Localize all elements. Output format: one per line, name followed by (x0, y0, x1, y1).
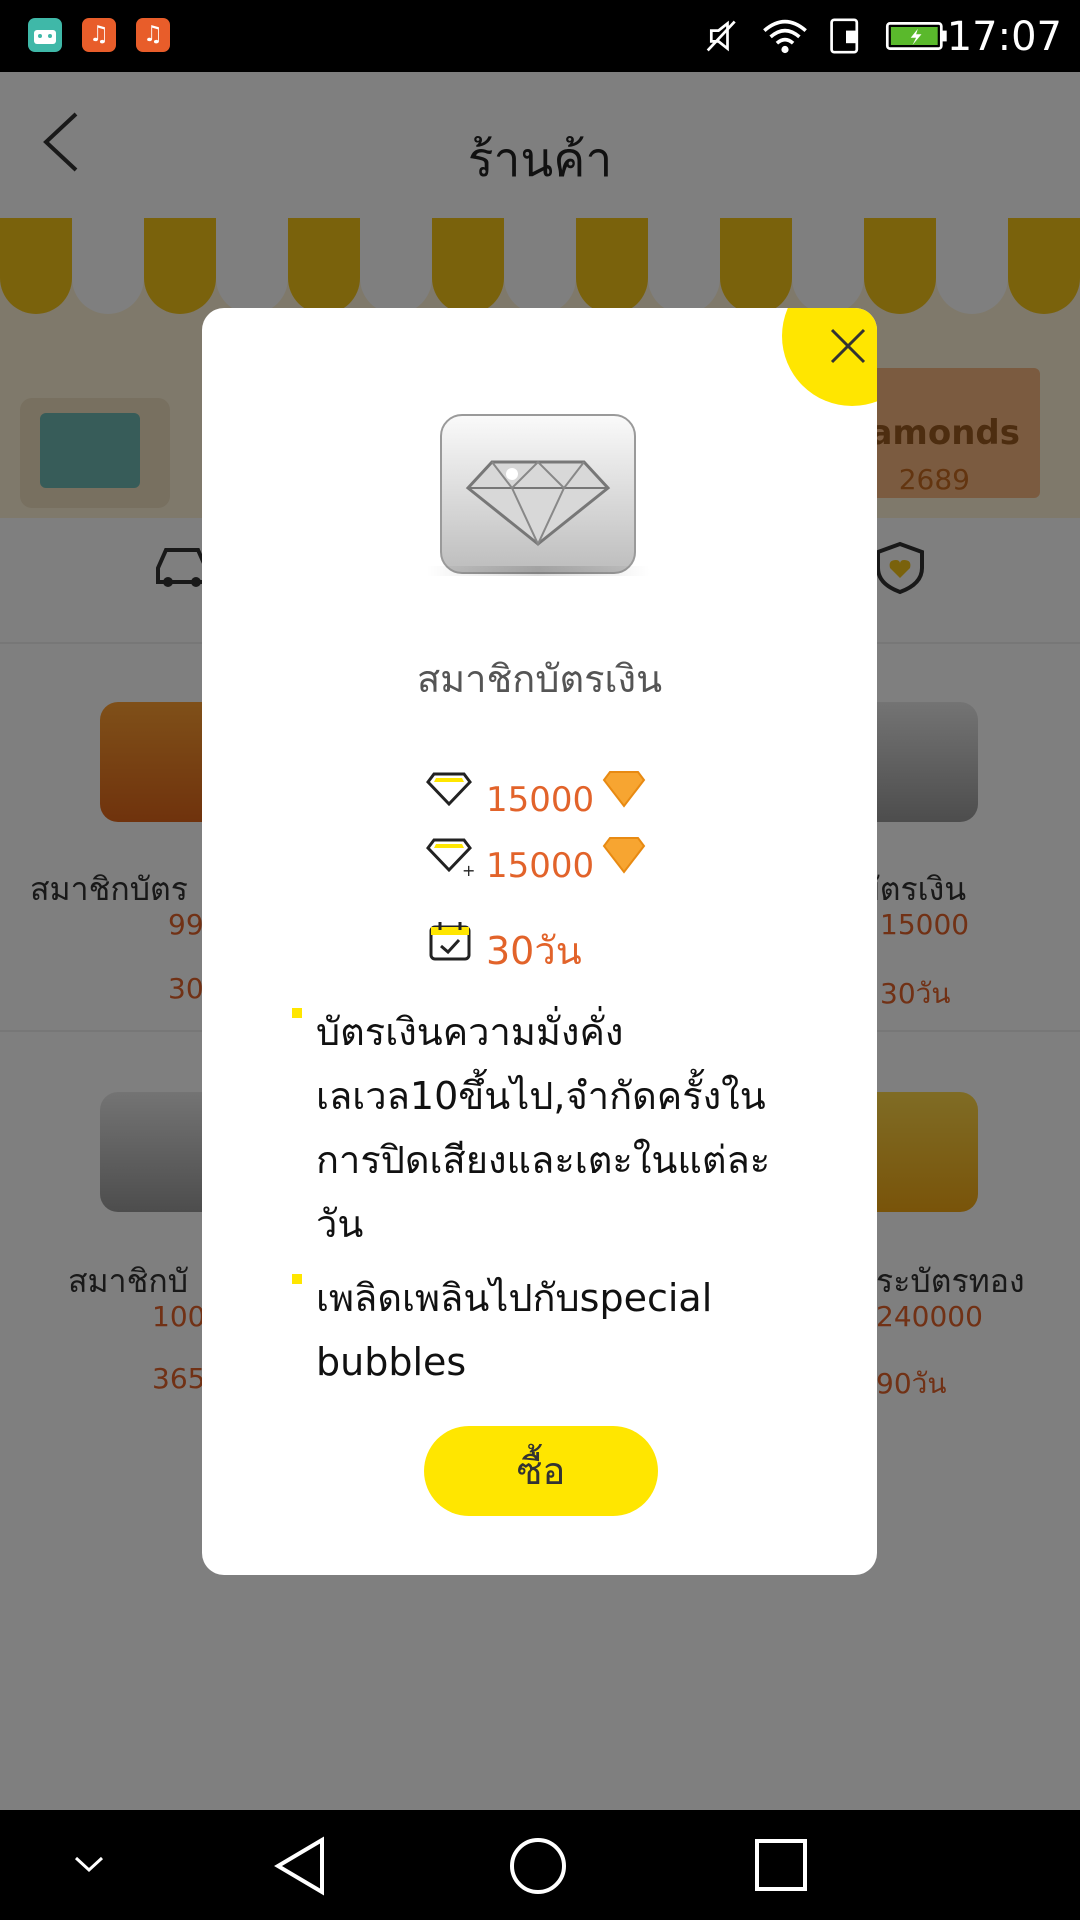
svg-text:+: + (462, 861, 475, 878)
nav-back-icon[interactable] (272, 1836, 328, 1896)
sim-icon (830, 18, 859, 54)
buy-button[interactable]: ซื้อ (424, 1426, 658, 1516)
diamond-plus-icon: + (426, 838, 475, 878)
orange-diamond-icon (602, 837, 646, 874)
chevron-down-icon[interactable] (72, 1854, 106, 1876)
bullet-marker (292, 1274, 302, 1284)
benefit-text: เพลิดเพลินไปกับspecial bubbles (316, 1276, 713, 1384)
close-icon[interactable] (824, 322, 872, 370)
status-time: 17:07 (946, 14, 1062, 60)
wifi-icon (763, 19, 807, 54)
music-app-icon: ♫ (82, 18, 116, 52)
silver-diamond-icon (465, 460, 611, 547)
dialog-title: สมาชิกบัตรเงิน (416, 657, 663, 701)
gem-shadow (426, 566, 650, 576)
benefit-text: บัตรเงินความมั่งคั่งเลเวล10ขึ้นไป,จำกัดค… (316, 1010, 771, 1246)
nav-recents-icon[interactable] (754, 1838, 808, 1892)
bullet-marker (292, 1008, 302, 1018)
diamond-outline-icon (426, 772, 472, 807)
membership-dialog: สมาชิกบัตรเงิน 15000 + 15000 30วัน บัตรเ… (202, 308, 877, 1575)
price-value: 15000 (486, 780, 595, 820)
nav-home-icon[interactable] (508, 1836, 568, 1896)
system-nav-bar (0, 1810, 1080, 1920)
calendar-check-icon (429, 922, 471, 961)
price-value: 15000 (486, 846, 595, 886)
battery-icon (885, 22, 947, 50)
orange-diamond-icon (602, 771, 646, 808)
silver-card-image (440, 414, 636, 574)
mute-icon (706, 20, 736, 52)
duration-value: 30วัน (486, 929, 582, 973)
status-bar: ♫ ♫ 17:07 (0, 0, 1080, 72)
music-app-icon: ♫ (136, 18, 170, 52)
android-app-icon (28, 18, 62, 52)
